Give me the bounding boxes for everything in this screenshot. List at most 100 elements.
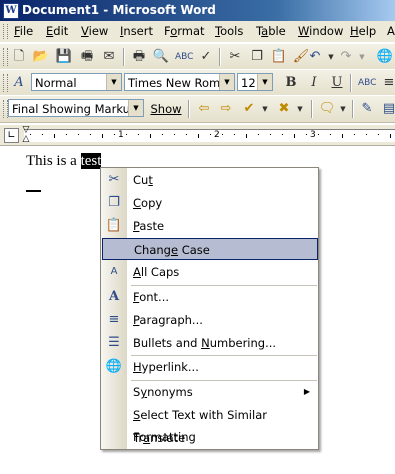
chevron-down-icon[interactable]: ▼ — [257, 74, 272, 90]
open-folder-icon[interactable]: 📂 — [32, 48, 50, 66]
menu-insert-label: nsert — [123, 24, 153, 38]
ruler-tick — [378, 134, 379, 135]
spelling-grammar-icon[interactable]: ABC — [175, 48, 193, 66]
bullets-icon: ☰ — [108, 335, 120, 350]
menu-item-label: Paste — [133, 219, 165, 233]
copy-icon[interactable]: ❐ — [248, 48, 266, 66]
new-document-icon[interactable]: 🗋 — [10, 48, 28, 66]
accept-dropdown-icon[interactable]: ▼ — [256, 100, 274, 118]
save-icon[interactable]: 💾 — [55, 48, 73, 66]
previous-change-icon[interactable]: ⇦ — [195, 100, 213, 118]
menu-help[interactable]: Help — [350, 24, 376, 38]
document-text[interactable]: This is a test — [26, 153, 102, 170]
ruler-tick — [138, 134, 139, 135]
underline-button[interactable]: U — [328, 74, 346, 92]
ruler-tick — [282, 134, 283, 135]
menu-item-all-caps[interactable]: A All Caps — [102, 261, 318, 283]
menu-format[interactable]: Format — [164, 24, 205, 38]
bold-button[interactable]: B — [282, 74, 300, 92]
menu-item-select-similar-formatting[interactable]: Select Text with Similar Formatting — [102, 404, 318, 444]
print-preview-icon[interactable]: 🔍 — [152, 48, 170, 66]
menu-insert[interactable]: Insert — [120, 24, 153, 38]
menu-item-synonyms[interactable]: Synonyms ▶ — [102, 381, 318, 403]
word-app-icon[interactable]: W — [3, 3, 19, 19]
menu-item-label: Font... — [133, 290, 170, 304]
email-icon[interactable]: ✉ — [100, 48, 118, 66]
chevron-down-icon[interactable]: ▼ — [106, 74, 121, 90]
ruler-tick — [270, 134, 271, 135]
menu-view[interactable]: View — [81, 24, 108, 38]
permission-icon[interactable]: 🖷 — [78, 48, 96, 66]
menu-item-paragraph[interactable]: ≡ Paragraph... — [102, 309, 318, 331]
paste-icon[interactable]: 📋 — [270, 48, 288, 66]
font-size-select[interactable]: 12 ▼ — [237, 73, 273, 91]
menu-help-mnemonic: H — [350, 24, 359, 38]
menu-edit-label: dit — [53, 24, 69, 38]
track-changes-icon[interactable]: ✎ — [358, 100, 376, 118]
reviewing-pane-icon[interactable]: ▤ — [380, 100, 395, 118]
ruler-tick — [330, 134, 331, 135]
italic-button[interactable]: I — [305, 74, 323, 92]
menu-item-label: All Caps — [133, 265, 180, 279]
font-select[interactable]: Times New Roman ▼ — [124, 73, 235, 91]
styles-and-formatting-icon[interactable]: A — [10, 74, 28, 92]
standard-toolbar-grip[interactable] — [3, 48, 8, 66]
menu-file-label: ile — [19, 24, 34, 38]
ruler-tick — [246, 134, 247, 138]
menu-item-hyperlink[interactable]: 🌐 Hyperlink... — [102, 356, 318, 378]
menu-help-label: elp — [358, 24, 377, 38]
ruler-tick — [234, 134, 235, 135]
context-menu: ✂ Cut ❐ Copy 📋 Paste Change Case A All C… — [100, 167, 319, 450]
menu-item-cut[interactable]: ✂ Cut — [102, 169, 318, 191]
ruler-tick — [150, 134, 151, 138]
reject-dropdown-icon[interactable]: ▼ — [291, 100, 309, 118]
menu-item-copy[interactable]: ❐ Copy — [102, 192, 318, 214]
ruler-tick — [42, 134, 43, 135]
menu-view-mnemonic: V — [81, 24, 89, 38]
menu-item-paste[interactable]: 📋 Paste — [102, 215, 318, 237]
menu-item-bullets-numbering[interactable]: ☰ Bullets and Numbering... — [102, 332, 318, 354]
horizontal-ruler: ∟ ▽ △ 1 2 3 — [0, 125, 395, 146]
menu-edit[interactable]: Edit — [46, 24, 68, 38]
menu-tools[interactable]: Tools — [215, 24, 243, 38]
next-change-icon[interactable]: ⇨ — [217, 100, 235, 118]
font-icon: A — [108, 289, 120, 304]
menubar-grip[interactable] — [3, 24, 8, 39]
ruler-number: 3 — [310, 130, 316, 140]
toolbar-separator — [350, 74, 352, 92]
chevron-down-icon[interactable]: ▼ — [128, 100, 143, 116]
menu-item-label: Paragraph... — [133, 313, 203, 327]
menu-item-label: Hyperlink... — [133, 360, 199, 374]
research-icon[interactable]: ✓ — [197, 48, 215, 66]
international-text-icon[interactable]: ABC — [358, 74, 376, 92]
menu-window[interactable]: Window — [298, 24, 343, 38]
ruler-tick — [258, 134, 259, 135]
print-icon[interactable]: 🖶 — [130, 48, 148, 66]
hyperlink-icon[interactable]: 🌐 — [376, 48, 394, 66]
align-left-icon[interactable]: ≡ — [380, 74, 395, 92]
redo-dropdown-icon[interactable]: ▼ — [353, 48, 371, 66]
display-for-review-select[interactable]: Final Showing Markup ▼ — [8, 99, 144, 117]
selected-text[interactable]: test — [80, 153, 102, 169]
ruler-tick — [126, 134, 127, 135]
menu-bar: File Edit View Insert Format Tools Table… — [0, 21, 395, 43]
comment-dropdown-icon[interactable]: ▼ — [334, 100, 352, 118]
menu-item-font[interactable]: A Font... — [102, 286, 318, 308]
menu-window-mnemonic: W — [298, 24, 310, 38]
menu-item-translate[interactable]: Translate — [102, 427, 318, 449]
formatting-toolbar-grip[interactable] — [3, 74, 8, 92]
show-menu-button[interactable]: Show ▼ — [147, 100, 185, 135]
menu-ask-question[interactable]: A — [387, 24, 395, 38]
menu-table[interactable]: Table — [256, 24, 286, 38]
menu-window-label: indow — [309, 24, 344, 38]
menu-item-change-case[interactable]: Change Case — [102, 238, 318, 260]
menu-file[interactable]: File — [14, 24, 33, 38]
menu-tools-label: ools — [220, 24, 244, 38]
menu-item-label: Synonyms — [133, 385, 193, 399]
toolbar-separator — [219, 48, 221, 66]
cut-icon[interactable]: ✂ — [226, 48, 244, 66]
document-text-unselected[interactable]: This is a — [26, 153, 81, 169]
style-select[interactable]: Normal ▼ — [31, 73, 122, 91]
ruler-tick — [366, 134, 367, 135]
chevron-down-icon[interactable]: ▼ — [219, 74, 234, 90]
